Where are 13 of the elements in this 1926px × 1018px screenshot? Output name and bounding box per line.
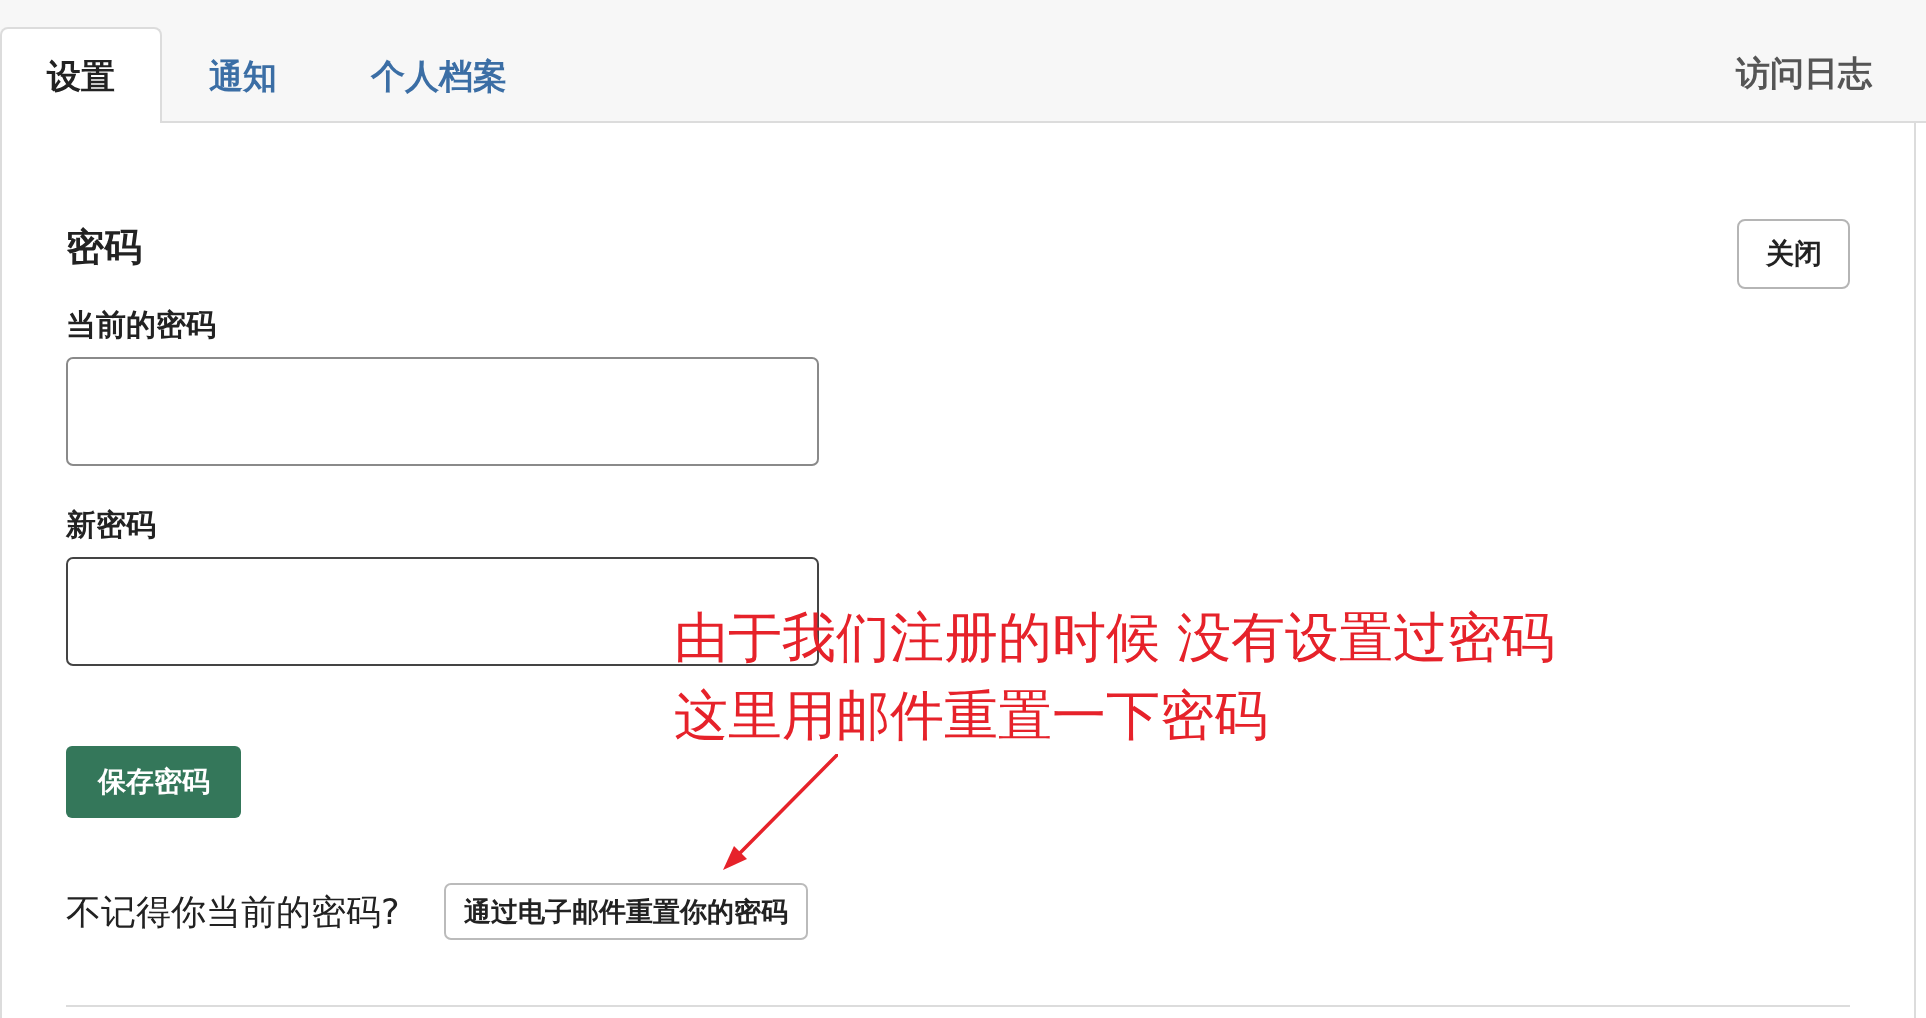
save-password-button[interactable]: 保存密码 (66, 746, 241, 818)
reset-by-email-button[interactable]: 通过电子邮件重置你的密码 (443, 883, 808, 940)
access-log-link[interactable]: 访问日志 (1736, 25, 1872, 121)
section-title: 密码 (66, 225, 142, 271)
tab[interactable]: 通知 (162, 27, 324, 123)
forgot-password-text: 不记得你当前的密码? (66, 890, 400, 933)
annotation-text: 这里用邮件重置一下密码 (674, 683, 1268, 749)
tab[interactable]: 设置 (0, 27, 162, 123)
password-field[interactable] (66, 357, 819, 466)
close-button[interactable]: 关闭 (1737, 219, 1850, 289)
tab[interactable]: 个人档案 (324, 27, 554, 123)
field-label: 新密码 (66, 506, 156, 544)
field-label: 当前的密码 (66, 306, 216, 344)
